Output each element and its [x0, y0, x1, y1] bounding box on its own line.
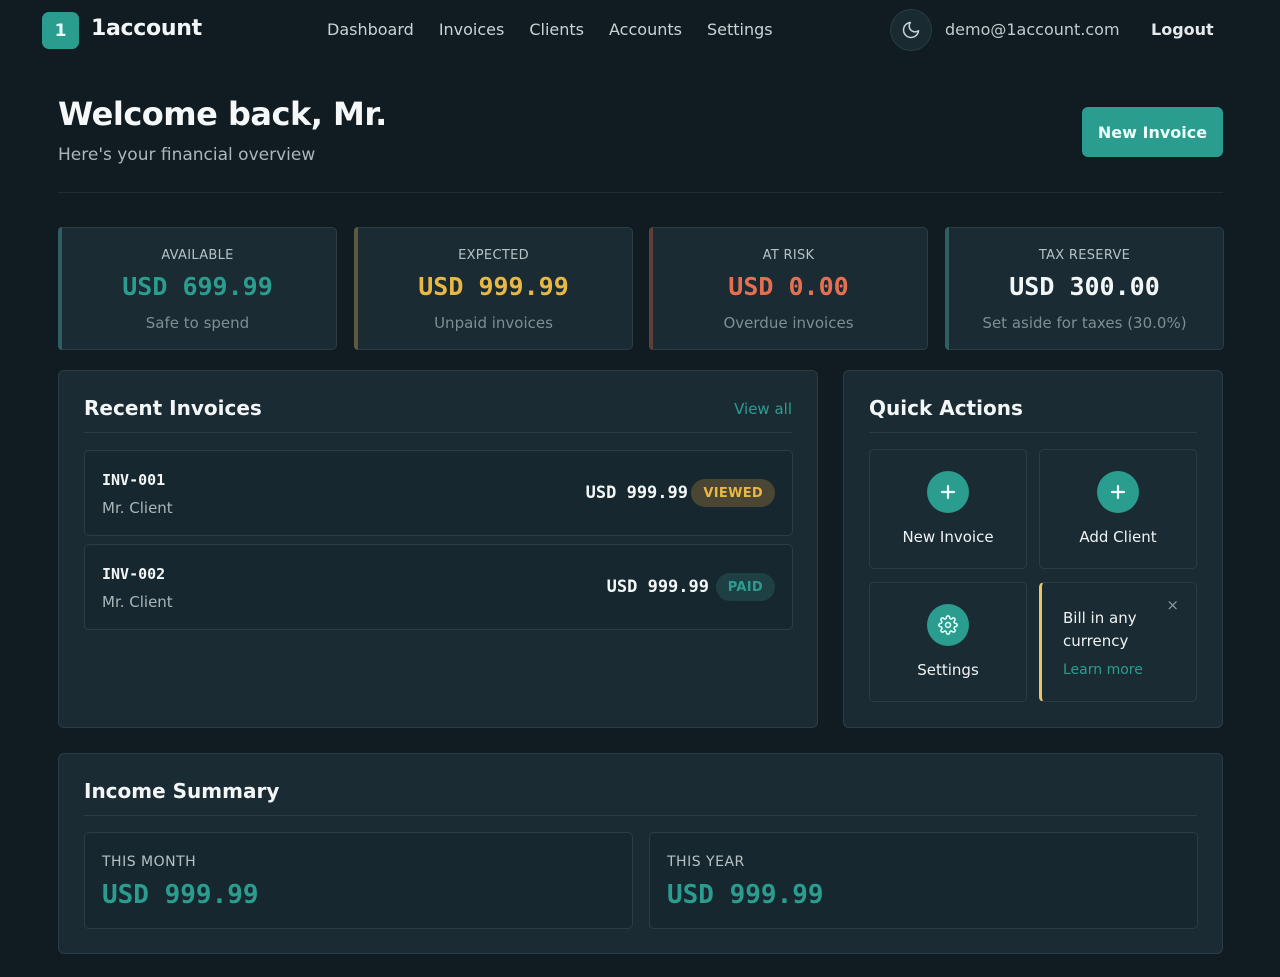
- stat-card-expected: EXPECTED USD 999.99 Unpaid invoices: [354, 227, 633, 350]
- income-card-this-month: THIS MONTH USD 999.99: [84, 832, 633, 929]
- stat-label: EXPECTED: [458, 248, 529, 263]
- logout-button[interactable]: Logout: [1151, 20, 1214, 39]
- nav-dashboard[interactable]: Dashboard: [327, 20, 414, 39]
- income-summary-panel: Income Summary THIS MONTH USD 999.99 THI…: [58, 753, 1223, 954]
- logo-mark[interactable]: 1: [42, 12, 79, 49]
- tip-text: Bill in any currency: [1063, 609, 1137, 650]
- income-card-this-year: THIS YEAR USD 999.99: [649, 832, 1198, 929]
- stat-label: TAX RESERVE: [1038, 248, 1131, 263]
- stat-subtext: Unpaid invoices: [434, 314, 553, 332]
- income-label: THIS MONTH: [102, 854, 197, 870]
- nav-clients[interactable]: Clients: [529, 20, 584, 39]
- currency-tip-card: Bill in any currency Learn more ×: [1039, 582, 1197, 702]
- quick-action-label: New Invoice: [902, 528, 994, 546]
- page-subtitle: Here's your financial overview: [58, 145, 316, 165]
- nav-settings[interactable]: Settings: [707, 20, 773, 39]
- panel-title: Income Summary: [84, 779, 280, 803]
- stat-value: USD 0.00: [728, 272, 849, 301]
- stat-value: USD 999.99: [418, 272, 569, 301]
- income-value: USD 999.99: [667, 880, 824, 910]
- quick-action-label: Add Client: [1079, 528, 1157, 546]
- quick-action-add-client[interactable]: Add Client: [1039, 449, 1197, 569]
- stat-subtext: Overdue invoices: [723, 314, 854, 332]
- nav-accounts[interactable]: Accounts: [609, 20, 682, 39]
- quick-actions-panel: Quick Actions New Invoice Add Client Set…: [843, 370, 1223, 728]
- stat-card-at-risk: AT RISK USD 0.00 Overdue invoices: [649, 227, 928, 350]
- income-label: THIS YEAR: [667, 854, 745, 870]
- top-bar: 1 1account Dashboard Invoices Clients Ac…: [0, 0, 1280, 62]
- view-all-link[interactable]: View all: [734, 400, 792, 418]
- moon-icon: [902, 21, 920, 39]
- quick-action-new-invoice[interactable]: New Invoice: [869, 449, 1027, 569]
- new-invoice-button[interactable]: New Invoice: [1082, 107, 1223, 157]
- theme-toggle-button[interactable]: [890, 9, 932, 51]
- divider: [58, 192, 1223, 193]
- stat-card-available: AVAILABLE USD 699.99 Safe to spend: [58, 227, 337, 350]
- panel-title: Recent Invoices: [84, 396, 262, 420]
- nav-invoices[interactable]: Invoices: [439, 20, 505, 39]
- invoice-amount: USD 999.99: [585, 483, 688, 503]
- learn-more-link[interactable]: Learn more: [1063, 662, 1143, 678]
- page-title: Welcome back, Mr.: [58, 95, 387, 133]
- stat-subtext: Set aside for taxes (30.0%): [982, 314, 1187, 332]
- invoice-id: INV-002: [102, 565, 166, 583]
- stat-card-tax-reserve: TAX RESERVE USD 300.00 Set aside for tax…: [945, 227, 1224, 350]
- stat-subtext: Safe to spend: [145, 314, 250, 332]
- quick-action-settings[interactable]: Settings: [869, 582, 1027, 702]
- invoice-row[interactable]: INV-001 Mr. Client USD 999.99 VIEWED: [84, 450, 793, 536]
- recent-invoices-panel: Recent Invoices View all INV-001 Mr. Cli…: [58, 370, 818, 728]
- gear-icon: [927, 604, 969, 646]
- stat-value: USD 699.99: [122, 272, 273, 301]
- income-value: USD 999.99: [102, 880, 259, 910]
- main-nav: Dashboard Invoices Clients Accounts Sett…: [327, 20, 798, 39]
- stat-label: AT RISK: [762, 248, 815, 263]
- close-icon[interactable]: ×: [1166, 596, 1179, 614]
- brand-name[interactable]: 1account: [91, 16, 202, 41]
- invoice-id: INV-001: [102, 471, 166, 489]
- plus-icon: [927, 471, 969, 513]
- invoice-amount: USD 999.99: [606, 577, 709, 597]
- invoice-client: Mr. Client: [102, 499, 173, 517]
- stat-label: AVAILABLE: [161, 248, 234, 263]
- panel-title: Quick Actions: [869, 396, 1023, 420]
- plus-icon: [1097, 471, 1139, 513]
- invoice-row[interactable]: INV-002 Mr. Client USD 999.99 PAID: [84, 544, 793, 630]
- status-badge: VIEWED: [691, 479, 775, 507]
- status-badge: PAID: [715, 573, 775, 601]
- user-email: demo@1account.com: [945, 20, 1120, 39]
- invoice-client: Mr. Client: [102, 593, 173, 611]
- quick-action-label: Settings: [917, 661, 979, 679]
- stat-value: USD 300.00: [1009, 272, 1160, 301]
